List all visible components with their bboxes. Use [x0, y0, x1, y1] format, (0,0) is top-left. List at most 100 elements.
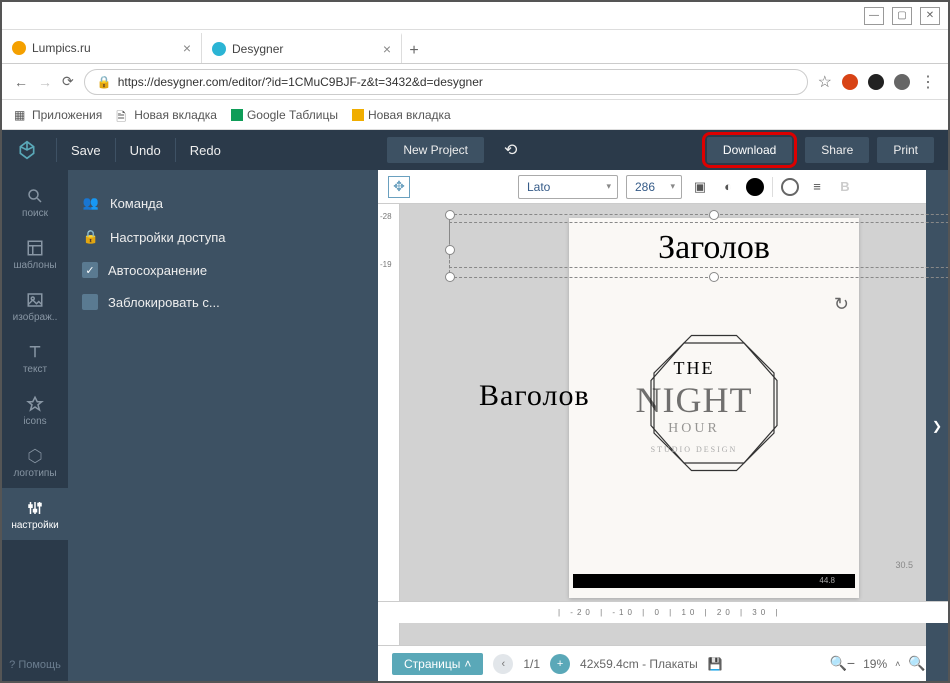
lock-toggle[interactable]: Заблокировать с...	[82, 286, 364, 318]
settings-panel: 👥 Команда 🔒 Настройки доступа Автосохран…	[68, 170, 378, 681]
new-tab-button[interactable]: +	[402, 39, 426, 63]
bottom-strip: 44.8	[573, 574, 855, 588]
bottom-bar: Страницы ˄ ‹ 1/1 + 42x59.4cm - Плакаты 💾…	[378, 645, 948, 681]
tab-close-icon[interactable]: ×	[383, 41, 391, 57]
image-icon	[25, 290, 45, 310]
align-icon[interactable]: ≡	[807, 177, 827, 197]
window-close-button[interactable]: ✕	[920, 7, 940, 25]
access-settings-button[interactable]: 🔒 Настройки доступа	[82, 220, 364, 254]
favicon-lumpics	[12, 41, 26, 55]
rail-search[interactable]: поиск	[2, 176, 68, 228]
prev-page-button[interactable]: ‹	[493, 654, 513, 674]
page-counter: 1/1	[523, 657, 540, 671]
print-button[interactable]: Print	[877, 137, 934, 163]
dimension-label: 30.5	[895, 560, 913, 570]
checkbox-checked-icon	[82, 262, 98, 278]
rail-logos[interactable]: логотипы	[2, 436, 68, 488]
rotate-icon[interactable]: ↻	[834, 294, 849, 315]
bookmark-newtab1[interactable]: 🗎Новая вкладка	[116, 108, 217, 122]
browser-toolbar-icons: ☆ ⋮	[818, 72, 936, 92]
page-icon: 🗎	[116, 108, 130, 122]
new-project-button[interactable]: New Project	[387, 137, 484, 163]
star-icon	[25, 394, 45, 414]
redo-button[interactable]: Redo	[180, 137, 231, 164]
history-icon[interactable]: ⟲	[494, 134, 527, 166]
outline-swatch[interactable]	[781, 178, 799, 196]
hexagon-icon	[25, 446, 45, 466]
browser-address-bar: ← → ⟳ 🔒 https://desygner.com/editor/?id=…	[2, 64, 948, 100]
ext-icon-2[interactable]	[868, 74, 884, 90]
tab-title: Desygner	[232, 42, 283, 56]
reload-button[interactable]: ⟳	[62, 73, 74, 90]
rail-text[interactable]: текст	[2, 332, 68, 384]
text-icon	[25, 342, 45, 362]
zoom-dropdown-icon[interactable]: ˄	[895, 659, 900, 669]
color-swatch[interactable]	[746, 178, 764, 196]
ext-icon-1[interactable]	[842, 74, 858, 90]
horizontal-ruler: | -20 | -10 | 0 | 10 | 20 | 30 |	[378, 601, 948, 623]
doc-dimensions: 42x59.4cm - Плакаты	[580, 657, 698, 671]
help-link[interactable]: ? Помощь	[9, 659, 61, 671]
selection-box-2[interactable]: Заголов	[449, 222, 948, 278]
font-select[interactable]: Lato	[518, 175, 618, 199]
download-button[interactable]: Download	[707, 137, 792, 163]
profile-avatar[interactable]	[894, 74, 910, 90]
templates-icon	[25, 238, 45, 258]
lock-icon: 🔒	[82, 228, 100, 246]
bold-icon[interactable]: B	[835, 177, 855, 197]
save-button[interactable]: Save	[61, 137, 111, 164]
window-minimize-button[interactable]: —	[864, 7, 884, 25]
tab-title: Lumpics.ru	[32, 41, 91, 55]
center-text-block[interactable]: THE Ваголов NIGHT HOUR STUDIO DESIGN	[529, 358, 859, 454]
heading-text-1[interactable]: Заголов	[450, 229, 948, 267]
star-icon[interactable]: ☆	[818, 72, 832, 92]
rail-settings[interactable]: настройки	[2, 488, 68, 540]
url-field[interactable]: 🔒 https://desygner.com/editor/?id=1CMuC9…	[84, 69, 808, 95]
download-highlight: Download	[702, 132, 797, 168]
zoom-out-button[interactable]: 🔍−	[829, 655, 855, 672]
browser-tab-strip: Lumpics.ru × Desygner × +	[2, 30, 948, 64]
chevron-up-icon: ˄	[464, 657, 471, 671]
tab-close-icon[interactable]: ×	[183, 40, 191, 56]
left-rail: поиск шаблоны изображ.. текст icons лого…	[2, 170, 68, 681]
rail-icons[interactable]: icons	[2, 384, 68, 436]
url-text: https://desygner.com/editor/?id=1CMuC9BJ…	[118, 75, 483, 89]
pages-button[interactable]: Страницы ˄	[392, 653, 483, 675]
canvas-area: ✥ Lato 286 ▣ ◐ ≡ B ❯ -28 -19	[378, 170, 948, 681]
window-maximize-button[interactable]: ▢	[892, 7, 912, 25]
contrast-icon[interactable]: ◐	[718, 177, 738, 197]
bookmark-gsheets[interactable]: Google Таблицы	[231, 108, 338, 122]
canvas-scroll[interactable]: -28 -19 Заголов	[378, 204, 948, 645]
layout-icon[interactable]: ▣	[690, 177, 710, 197]
browser-tab-desygner[interactable]: Desygner ×	[202, 33, 402, 63]
share-button[interactable]: Share	[805, 137, 869, 163]
add-page-button[interactable]: +	[550, 654, 570, 674]
app-topbar: Save Undo Redo New Project ⟲ Download Sh…	[2, 130, 948, 170]
browser-menu-icon[interactable]: ⋮	[920, 72, 936, 92]
favicon-desygner	[212, 42, 226, 56]
zoom-value: 19%	[863, 657, 887, 671]
text-toolbar: ✥ Lato 286 ▣ ◐ ≡ B ❯	[378, 170, 948, 204]
undo-button[interactable]: Undo	[120, 137, 171, 164]
sheets-icon	[231, 109, 243, 121]
desygner-logo[interactable]	[16, 139, 38, 161]
checkbox-unchecked-icon	[82, 294, 98, 310]
save-indicator-icon[interactable]: 💾	[708, 657, 723, 671]
canvas-page[interactable]: Заголов ↻ THE	[569, 218, 859, 598]
search-icon	[25, 186, 45, 206]
bookmark-newtab2[interactable]: Новая вкладка	[352, 108, 451, 122]
size-select[interactable]: 286	[626, 175, 682, 199]
team-icon: 👥	[82, 194, 100, 212]
team-button[interactable]: 👥 Команда	[82, 186, 364, 220]
lock-icon: 🔒	[97, 75, 112, 89]
rail-images[interactable]: изображ..	[2, 280, 68, 332]
move-handle[interactable]: ✥	[388, 176, 410, 198]
browser-tab-lumpics[interactable]: Lumpics.ru ×	[2, 33, 202, 63]
apps-shortcut[interactable]: ▦Приложения	[14, 108, 102, 122]
back-button[interactable]: ←	[14, 74, 28, 90]
page-icon	[352, 109, 364, 121]
autosave-toggle[interactable]: Автосохранение	[82, 254, 364, 286]
forward-button[interactable]: →	[38, 74, 52, 90]
window-titlebar: — ▢ ✕	[2, 2, 948, 30]
rail-templates[interactable]: шаблоны	[2, 228, 68, 280]
